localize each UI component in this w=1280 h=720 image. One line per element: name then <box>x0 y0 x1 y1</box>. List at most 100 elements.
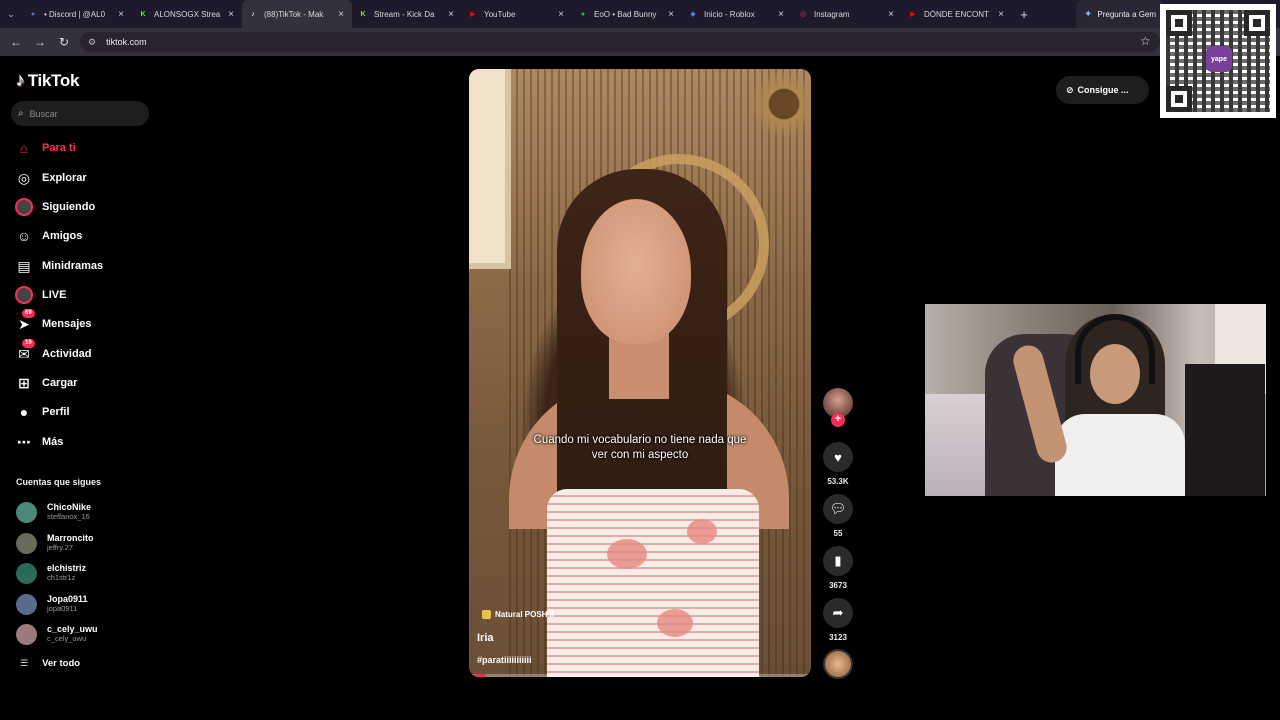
forward-button[interactable]: → <box>28 35 52 49</box>
sidebar-item-para-ti[interactable]: ⌂ Para ti <box>14 138 76 158</box>
close-tab-icon[interactable]: × <box>996 9 1006 20</box>
browser-tab[interactable]: ▶ DÓNDE ENCONT × <box>902 0 1012 28</box>
account-name: ChicoNike <box>47 502 92 512</box>
webcam-headset <box>1075 314 1155 384</box>
following-account[interactable]: ChicoNike steffanox_16 <box>16 500 91 524</box>
sidebar-item-amigos[interactable]: ☺ Amigos <box>14 226 83 246</box>
music-disc-button[interactable] <box>823 649 853 679</box>
get-app-button[interactable]: ⊘ Consigue ... <box>1056 76 1149 104</box>
browser-tab[interactable]: K Stream - Kick Da × <box>352 0 462 28</box>
tab-search-dropdown-icon[interactable]: ⌄ <box>0 0 22 28</box>
following-account[interactable]: elchistriz ch1str1z <box>16 561 86 585</box>
account-username: jopa0911 <box>47 604 78 613</box>
sidebar-item-actividad[interactable]: ✉ 19 Actividad <box>14 339 92 364</box>
video-sound[interactable]: Natural POSH II <box>482 610 554 619</box>
browser-tab[interactable]: ◎ Instagram × <box>792 0 902 28</box>
close-tab-icon[interactable]: × <box>116 9 126 20</box>
flower-print <box>607 539 647 569</box>
bookmark-icon: ▮ <box>823 546 853 576</box>
close-tab-icon[interactable]: × <box>776 9 786 20</box>
flower-print <box>687 519 717 544</box>
browser-tab[interactable]: ● EoO • Bad Bunny × <box>572 0 682 28</box>
like-button[interactable]: ♥ 53.3K <box>820 442 856 486</box>
profile-icon: ● <box>19 404 29 420</box>
sidebar: ♪ TikTok ⌕ Buscar ⌂ Para ti ◎ Explorar Siguien… <box>0 56 160 720</box>
sidebar-item-más[interactable]: ⋯ Más <box>14 432 63 452</box>
url-field[interactable]: ⚙ tiktok.com <box>80 32 1160 52</box>
comment-button[interactable]: 💬︎ 55 <box>820 494 856 538</box>
back-button[interactable]: ← <box>4 35 28 49</box>
flower-print <box>657 609 693 637</box>
avatar <box>16 532 37 554</box>
sidebar-item-label: Cargar <box>42 377 78 389</box>
account-names: Marroncito jeffry.27 <box>47 533 94 553</box>
browser-tab[interactable]: ◆ Inicio - Roblox × <box>682 0 792 28</box>
close-tab-icon[interactable]: × <box>556 9 566 20</box>
sidebar-item-cargar[interactable]: ⊞ Cargar <box>14 373 77 393</box>
following-account[interactable]: Marroncito jeffry.27 <box>16 531 94 555</box>
close-tab-icon[interactable]: × <box>336 9 346 20</box>
new-tab-button[interactable]: + <box>1012 7 1036 22</box>
avatar <box>16 593 37 615</box>
save-count: 3673 <box>829 581 847 590</box>
sidebar-item-label: Mensajes <box>42 318 92 330</box>
video-player[interactable]: Cuando mi vocabulario no tiene nada que … <box>469 69 811 677</box>
browser-tab[interactable]: K ALONSOGX Strea × <box>132 0 242 28</box>
see-all-label: Ver todo <box>42 658 81 669</box>
following-account[interactable]: c_cely_uwu c_cely_uwu <box>16 622 98 646</box>
browser-tab-label: Instagram <box>814 9 850 19</box>
browser-tab[interactable]: ♪ (88)TikTok - Mak × <box>242 0 352 28</box>
share-button[interactable]: ➦ 3123 <box>820 598 856 642</box>
sidebar-item-label: LIVE <box>42 289 67 301</box>
qr-finder <box>1166 86 1192 112</box>
sidebar-item-minidramas[interactable]: ▤ Minidramas <box>14 256 103 276</box>
tiktok-icon: ♪ <box>251 10 255 18</box>
sidebar-item-siguiendo[interactable]: Siguiendo <box>14 197 95 217</box>
browser-tab[interactable]: ● • Discord | @AL0 × <box>22 0 132 28</box>
bookmark-star-icon[interactable]: ☆ <box>1140 34 1151 48</box>
follow-plus-button[interactable]: + <box>831 413 845 427</box>
heart-icon: ♥ <box>823 442 853 472</box>
avatar <box>16 501 37 523</box>
avatar-ring <box>15 286 33 304</box>
friends-icon: ☺ <box>16 228 32 244</box>
following-account[interactable]: Jopa0911 jopa0911 <box>16 592 88 616</box>
close-tab-icon[interactable]: × <box>446 9 456 20</box>
sidebar-item-explorar[interactable]: ◎ Explorar <box>14 168 87 188</box>
save-button[interactable]: ▮ 3673 <box>820 546 856 590</box>
roblox-icon: ◆ <box>690 11 696 18</box>
sidebar-item-label: Más <box>42 436 64 448</box>
webcam-person-shirt <box>1055 414 1185 496</box>
reload-button[interactable]: ↻ <box>52 35 76 49</box>
messages-icon: ➤ 69 <box>14 309 35 334</box>
close-tab-icon[interactable]: × <box>886 9 896 20</box>
browser-tab-label: Stream - Kick Da <box>374 9 435 19</box>
video-caption: Cuando mi vocabulario no tiene nada que … <box>533 434 747 461</box>
close-tab-icon[interactable]: × <box>226 9 236 20</box>
avatar <box>16 562 37 584</box>
tiktok-logo[interactable]: ♪ TikTok <box>16 70 79 91</box>
site-info-icon[interactable]: ⚙ <box>88 37 96 48</box>
home-icon: ⌂ <box>19 140 29 156</box>
webcam-overlay <box>925 304 1266 496</box>
account-username: steffanox_16 <box>47 512 90 521</box>
notification-badge: 19 <box>22 339 35 348</box>
account-name: Marroncito <box>47 533 94 543</box>
video-author[interactable]: Iria <box>477 632 494 644</box>
sound-icon <box>482 610 491 619</box>
sidebar-item-mensajes[interactable]: ➤ 69 Mensajes <box>14 309 92 334</box>
browser-tab[interactable]: ▶ YouTube × <box>462 0 572 28</box>
video-progress-bar[interactable] <box>469 674 811 677</box>
video-hashtags[interactable]: #paratiiiiiiiiiii <box>477 655 532 665</box>
close-tab-icon[interactable]: × <box>666 9 676 20</box>
sidebar-item-live[interactable]: LIVE <box>14 285 66 305</box>
sidebar-item-label: Perfil <box>42 406 70 418</box>
sidebar-item-perfil[interactable]: ● Perfil <box>14 402 70 422</box>
browser-tab-label: EoO • Bad Bunny <box>594 9 657 19</box>
search-input[interactable]: ⌕ Buscar <box>11 101 149 126</box>
account-names: elchistriz ch1str1z <box>47 563 86 583</box>
browser-tab-label: • Discord | @AL0 <box>44 9 106 19</box>
following-title: Cuentas que sigues <box>16 477 102 487</box>
see-all-button[interactable]: ☰ Ver todo <box>20 658 80 669</box>
gemini-tab[interactable]: ✦ Pregunta a Gem <box>1076 0 1165 28</box>
